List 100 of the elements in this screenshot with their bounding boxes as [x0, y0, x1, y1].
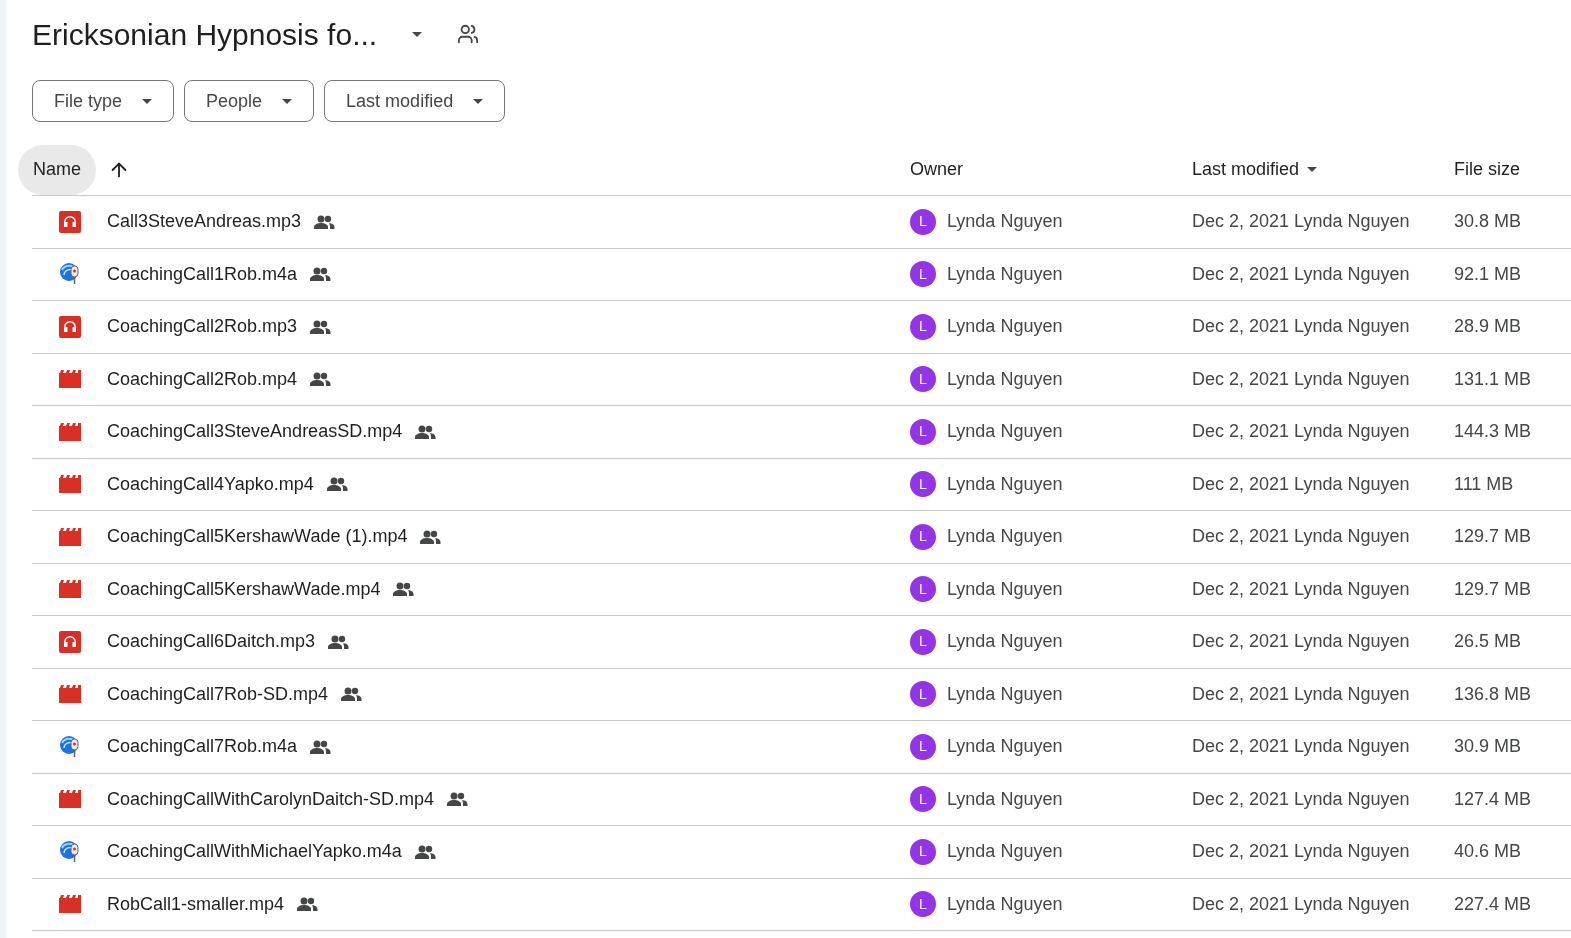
shared-people-icon [296, 897, 319, 912]
file-row[interactable]: CoachingCall7Rob-SD.mp4 L Lynda Nguyen Dec 2, 2021 Lynda Nguyen 136.8 MB [32, 668, 1571, 721]
file-size-cell-text: 40.6 MB [1454, 840, 1523, 864]
file-row[interactable]: CoachingCall2Rob.mp4 L Lynda Nguyen Dec 2, 2021 Lynda Nguyen 131.1 MB [32, 353, 1571, 406]
owner-avatar: L [910, 208, 936, 235]
file-row[interactable]: CoachingCallWithMichaelYapko.m4a L Lynda Nguyen Dec 2, 2021 Lynda Nguyen 40.6 MB [32, 826, 1571, 879]
shared-people-icon [309, 319, 332, 334]
owner-avatar: L [910, 681, 936, 708]
owner-name: Lynda Nguyen [947, 840, 1063, 864]
owner-avatar: L [910, 471, 936, 498]
file-row[interactable]: RobCall1-smaller.mp4 L Lynda Nguyen Dec 2, 2021 Lynda Nguyen 227.4 MB [32, 878, 1571, 931]
file-row[interactable]: CoachingCallWithCarolynDaitch-SD.mp4 L Lynda Nguyen Dec 2, 2021 Lynda Nguyen 127.4 MB [32, 773, 1571, 826]
headphones-file-icon [58, 210, 81, 233]
file-row[interactable]: CoachingCall6Daitch.mp3 L Lynda Nguyen Dec 2, 2021 Lynda Nguyen 26.5 MB [32, 616, 1571, 669]
shared-people-icon [309, 267, 332, 282]
file-row[interactable]: Call3SteveAndreas.mp3 L Lynda Nguyen Dec 2, 2021 Lynda Nguyen 30.8 MB [32, 196, 1571, 249]
file-name: CoachingCall4Yapko.mp4 [107, 472, 314, 496]
file-size-cell-text: 129.7 MB [1454, 577, 1533, 601]
file-size-column-header: File size [1454, 158, 1521, 181]
globe-microphone-file-icon [58, 734, 81, 759]
owner-name: Lynda Nguyen [947, 892, 1063, 916]
owner-avatar: L [910, 261, 936, 288]
caret-icon [412, 31, 423, 37]
folder-title: Ericksonian Hypnosis fo... [32, 16, 378, 53]
file-name: CoachingCall2Rob.mp3 [107, 315, 298, 339]
file-size-cell-text: 227.4 MB [1454, 892, 1533, 916]
owner-name: Lynda Nguyen [947, 682, 1063, 706]
shared-people-icon [414, 424, 437, 439]
owner-name: Lynda Nguyen [947, 525, 1063, 549]
owner-avatar: L [910, 838, 936, 865]
file-size-cell-text: 131.1 MB [1454, 367, 1533, 391]
clapperboard-file-icon [58, 685, 81, 704]
file-name: RobCall1-smaller.mp4 [107, 892, 285, 916]
last-modified-cell-text: Dec 2, 2021 Lynda Nguyen [1192, 525, 1411, 549]
file-name: CoachingCall7Rob.m4a [107, 735, 298, 759]
clapperboard-file-icon [58, 475, 81, 494]
last-modified-cell-text: Dec 2, 2021 Lynda Nguyen [1192, 787, 1411, 811]
shared-people-icon [446, 792, 469, 807]
filter-chip[interactable]: File type [32, 80, 175, 122]
file-size-cell-text: 127.4 MB [1454, 787, 1533, 811]
shared-people-icon [413, 844, 436, 859]
file-name: CoachingCall5KershawWade.mp4 [107, 577, 381, 601]
file-row[interactable]: CoachingCall1Rob.m4a L Lynda Nguyen Dec 2, 2021 Lynda Nguyen 92.1 MB [32, 248, 1571, 301]
file-size-cell-text: 129.7 MB [1454, 525, 1533, 549]
shared-people-icon [309, 739, 332, 754]
file-name: CoachingCall7Rob-SD.mp4 [107, 682, 329, 706]
file-size-cell-text: 30.8 MB [1454, 210, 1523, 234]
file-size-cell-text: 26.5 MB [1454, 630, 1523, 654]
owner-avatar: L [910, 576, 936, 603]
clapperboard-file-icon [58, 527, 81, 546]
file-row[interactable]: CoachingCall5KershawWade.mp4 L Lynda Nguyen Dec 2, 2021 Lynda Nguyen 129.7 MB [32, 563, 1571, 616]
file-name: CoachingCall2Rob.mp4 [107, 367, 298, 391]
last-modified-cell-text: Dec 2, 2021 Lynda Nguyen [1192, 840, 1411, 864]
owner-avatar: L [910, 628, 936, 655]
file-name: CoachingCallWithMichaelYapko.m4a [107, 840, 402, 864]
owner-avatar: L [910, 786, 936, 813]
caret-icon [473, 98, 484, 104]
shared-people-icon [325, 477, 348, 492]
clapperboard-file-icon [58, 580, 81, 599]
clapperboard-file-icon [58, 370, 81, 389]
last-modified-cell-text: Dec 2, 2021 Lynda Nguyen [1192, 262, 1411, 286]
name-column-header[interactable]: Name [18, 144, 96, 195]
shared-folder-button[interactable] [457, 23, 480, 45]
last-modified-cell-text: Dec 2, 2021 Lynda Nguyen [1192, 472, 1411, 496]
owner-name: Lynda Nguyen [947, 472, 1063, 496]
file-row[interactable]: CoachingCall5KershawWade (1).mp4 L Lynda Nguyen Dec 2, 2021 Lynda Nguyen 129.7 MB [32, 511, 1571, 564]
file-row[interactable]: CoachingCall3SteveAndreasSD.mp4 L Lynda Nguyen Dec 2, 2021 Lynda Nguyen 144.3 MB [32, 406, 1571, 459]
shared-folder-icon [457, 23, 480, 45]
shared-people-icon [392, 582, 415, 597]
shared-people-icon [327, 634, 350, 649]
file-name: CoachingCall6Daitch.mp3 [107, 630, 316, 654]
headphones-file-icon [58, 315, 81, 338]
owner-name: Lynda Nguyen [947, 262, 1063, 286]
file-size-cell-text: 30.9 MB [1454, 735, 1523, 759]
filter-chip[interactable]: Last modified [324, 80, 506, 122]
file-name: CoachingCall3SteveAndreasSD.mp4 [107, 420, 403, 444]
owner-name: Lynda Nguyen [947, 367, 1063, 391]
globe-microphone-file-icon [58, 262, 81, 287]
file-size-cell-text: 144.3 MB [1454, 420, 1533, 444]
last-modified-cell-text: Dec 2, 2021 Lynda Nguyen [1192, 735, 1411, 759]
clapperboard-file-icon [58, 422, 81, 441]
file-row[interactable]: CoachingCall2Rob.mp3 L Lynda Nguyen Dec 2, 2021 Lynda Nguyen 28.9 MB [32, 301, 1571, 354]
last-modified-cell-text: Dec 2, 2021 Lynda Nguyen [1192, 315, 1411, 339]
last-modified-cell-text: Dec 2, 2021 Lynda Nguyen [1192, 210, 1411, 234]
file-row[interactable]: CoachingCall7Rob.m4a L Lynda Nguyen Dec 2, 2021 Lynda Nguyen 30.9 MB [32, 721, 1571, 774]
last-modified-cell-text: Dec 2, 2021 Lynda Nguyen [1192, 367, 1411, 391]
owner-avatar: L [910, 418, 936, 445]
owner-avatar: L [910, 313, 936, 340]
filter-chip[interactable]: People [184, 80, 315, 122]
clapperboard-file-icon [58, 790, 81, 809]
file-name: Call3SteveAndreas.mp3 [107, 210, 302, 234]
owner-avatar: L [910, 366, 936, 393]
shared-people-icon [313, 214, 336, 229]
clapperboard-file-icon [58, 895, 81, 914]
file-size-cell-text: 92.1 MB [1454, 262, 1523, 286]
last-modified-column-header[interactable]: Last modified [1192, 156, 1318, 183]
last-modified-cell-text: Dec 2, 2021 Lynda Nguyen [1192, 420, 1411, 444]
file-row[interactable]: CoachingCall4Yapko.mp4 L Lynda Nguyen Dec 2, 2021 Lynda Nguyen 111 MB [32, 458, 1571, 511]
owner-name: Lynda Nguyen [947, 735, 1063, 759]
shared-people-icon [419, 529, 442, 544]
